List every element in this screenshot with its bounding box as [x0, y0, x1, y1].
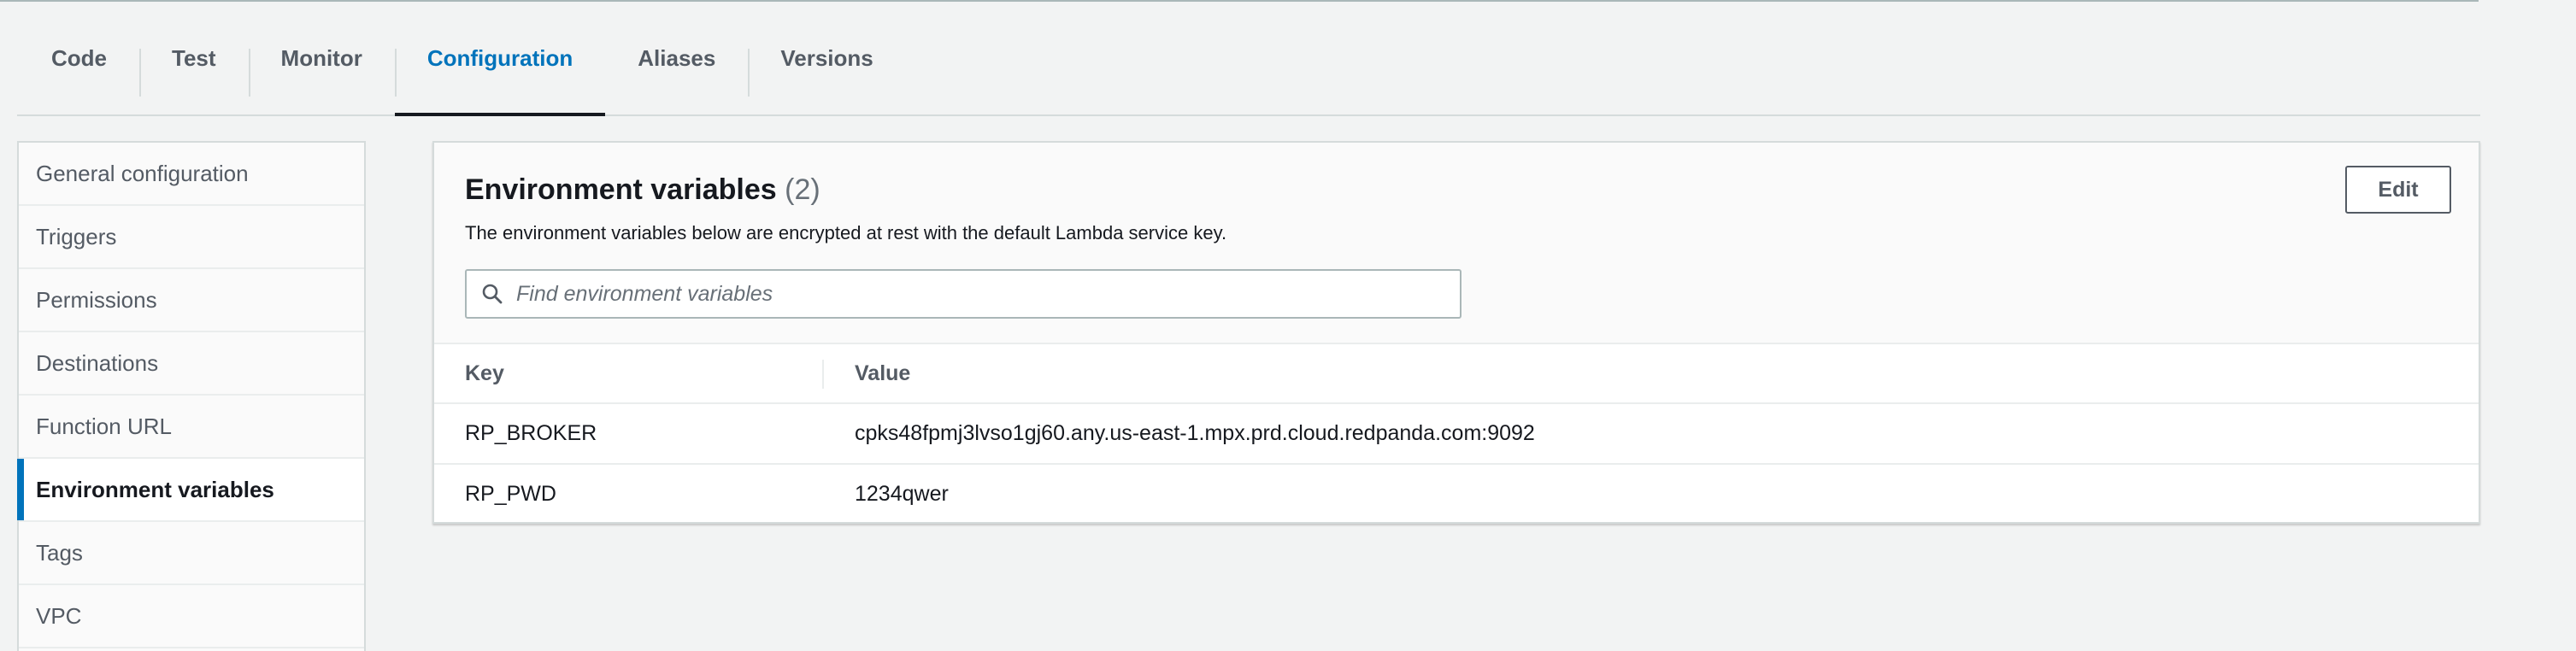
sidebar-item-destinations[interactable]: Destinations — [19, 332, 364, 396]
search-input[interactable] — [511, 273, 1444, 315]
panel-header: Environment variables (2) The environmen… — [434, 143, 2479, 344]
panel-description: The environment variables below are encr… — [465, 222, 1227, 243]
search-icon — [473, 271, 511, 317]
panel-title: Environment variables (2) — [465, 173, 820, 207]
column-divider — [822, 360, 824, 389]
sidebar-item-permissions[interactable]: Permissions — [19, 269, 364, 332]
variable-key: RP_BROKER — [465, 421, 597, 445]
table-row: RP_BROKER cpks48fpmj3lvso1gj60.any.us-ea… — [434, 404, 2479, 465]
column-header-key: Key — [465, 361, 504, 385]
sidebar-item-function-url[interactable]: Function URL — [19, 396, 364, 459]
panel-title-text: Environment variables — [465, 173, 777, 206]
sidebar-item-triggers[interactable]: Triggers — [19, 206, 364, 269]
edit-button[interactable]: Edit — [2345, 166, 2451, 214]
sidebar-item-environment-variables[interactable]: Environment variables — [17, 459, 364, 522]
tab-configuration[interactable]: Configuration — [394, 0, 606, 116]
tab-monitor[interactable]: Monitor — [248, 0, 395, 114]
variable-key: RP_PWD — [465, 482, 556, 506]
variable-value: cpks48fpmj3lvso1gj60.any.us-east-1.mpx.p… — [855, 421, 1535, 445]
variable-value: 1234qwer — [855, 482, 949, 506]
tab-code[interactable]: Code — [17, 0, 139, 114]
table-header: Key Value — [434, 344, 2479, 404]
function-tabs: Code Test Monitor Configuration Aliases … — [17, 0, 2480, 116]
environment-variables-panel: Environment variables (2) The environmen… — [432, 141, 2480, 524]
search-box — [465, 269, 1461, 319]
sidebar-item-general-configuration[interactable]: General configuration — [19, 143, 364, 206]
tab-aliases[interactable]: Aliases — [605, 0, 748, 114]
configuration-sidebar: General configuration Triggers Permissio… — [17, 141, 366, 651]
table-row: RP_PWD 1234qwer — [434, 465, 2479, 525]
variable-count: (2) — [785, 173, 820, 206]
tab-test[interactable]: Test — [139, 0, 249, 114]
sidebar-item-vpc[interactable]: VPC — [19, 585, 364, 648]
column-header-value: Value — [855, 361, 911, 385]
tab-versions[interactable]: Versions — [748, 0, 905, 114]
sidebar-item-tags[interactable]: Tags — [19, 522, 364, 585]
